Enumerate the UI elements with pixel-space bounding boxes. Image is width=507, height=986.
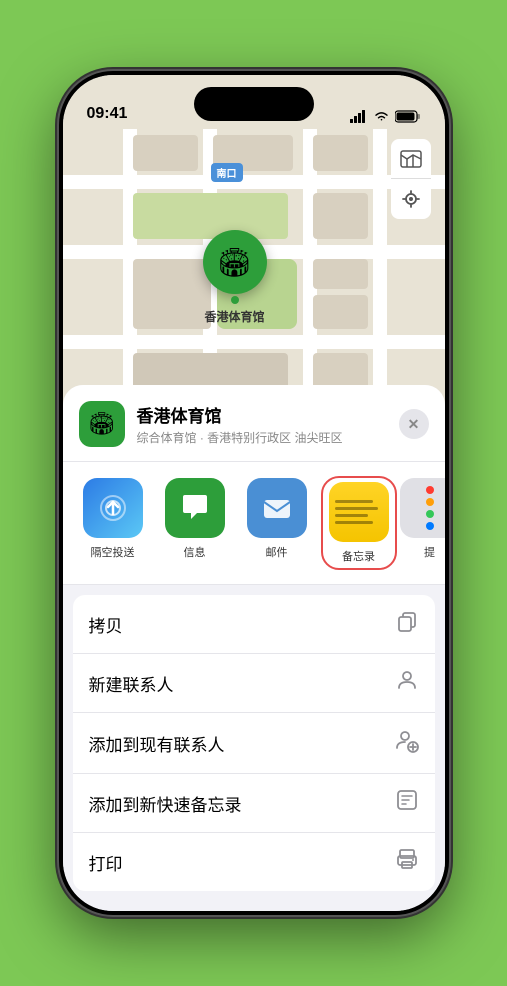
share-row: 隔空投送 信息	[63, 462, 445, 585]
phone-frame: 09:41	[59, 71, 449, 915]
action-copy-label: 拷贝	[89, 612, 123, 637]
status-icons	[350, 110, 421, 123]
action-add-existing[interactable]: 添加到现有联系人	[73, 713, 435, 774]
notes-label: 备忘录	[342, 548, 375, 564]
status-time: 09:41	[87, 105, 128, 123]
add-existing-icon	[393, 727, 419, 759]
wifi-icon	[373, 110, 390, 123]
location-button[interactable]	[391, 179, 431, 219]
messages-icon	[165, 478, 225, 538]
map-type-button[interactable]	[391, 139, 431, 179]
signal-icon	[350, 110, 368, 123]
action-add-existing-label: 添加到现有联系人	[89, 731, 225, 756]
copy-icon	[395, 609, 419, 639]
bottom-sheet: 🏟 香港体育馆 综合体育馆 · 香港特别行政区 油尖旺区 ✕	[63, 385, 445, 911]
share-more[interactable]: 提	[405, 478, 445, 568]
location-info: 香港体育馆 综合体育馆 · 香港特别行政区 油尖旺区	[137, 402, 387, 446]
map-controls	[391, 139, 431, 219]
action-quick-note-label: 添加到新快速备忘录	[89, 791, 242, 816]
close-button[interactable]: ✕	[399, 409, 429, 439]
pin-dot	[231, 296, 239, 304]
new-contact-icon	[395, 668, 419, 698]
share-airdrop[interactable]: 隔空投送	[77, 478, 149, 568]
share-notes[interactable]: 备忘录	[323, 478, 395, 568]
map-south-entrance-tag: 南口	[211, 163, 243, 182]
more-icon	[400, 478, 445, 538]
quick-note-icon	[395, 788, 419, 818]
mail-icon	[247, 478, 307, 538]
action-print[interactable]: 打印	[73, 833, 435, 891]
mail-label: 邮件	[266, 544, 288, 560]
share-mail[interactable]: 邮件	[241, 478, 313, 568]
action-list: 拷贝 新建联系人	[73, 595, 435, 891]
notes-icon	[329, 482, 389, 542]
airdrop-icon	[83, 478, 143, 538]
location-subtitle: 综合体育馆 · 香港特别行政区 油尖旺区	[137, 429, 387, 446]
share-messages[interactable]: 信息	[159, 478, 231, 568]
phone-screen: 09:41	[63, 75, 445, 911]
more-label: 提	[424, 544, 435, 560]
messages-label: 信息	[184, 544, 206, 560]
pin-icon: 🏟	[203, 230, 267, 294]
location-name: 香港体育馆	[137, 402, 387, 427]
action-new-contact[interactable]: 新建联系人	[73, 654, 435, 713]
action-copy[interactable]: 拷贝	[73, 595, 435, 654]
battery-icon	[395, 110, 421, 123]
print-icon	[395, 847, 419, 877]
action-new-contact-label: 新建联系人	[89, 671, 174, 696]
airdrop-label: 隔空投送	[91, 544, 135, 560]
location-header: 🏟 香港体育馆 综合体育馆 · 香港特别行政区 油尖旺区 ✕	[63, 385, 445, 462]
action-quick-note[interactable]: 添加到新快速备忘录	[73, 774, 435, 833]
stadium-pin: 🏟 香港体育馆	[203, 230, 267, 325]
pin-label: 香港体育馆	[204, 308, 264, 325]
action-print-label: 打印	[89, 850, 123, 875]
dynamic-island	[194, 87, 314, 121]
location-header-icon: 🏟	[79, 401, 125, 447]
